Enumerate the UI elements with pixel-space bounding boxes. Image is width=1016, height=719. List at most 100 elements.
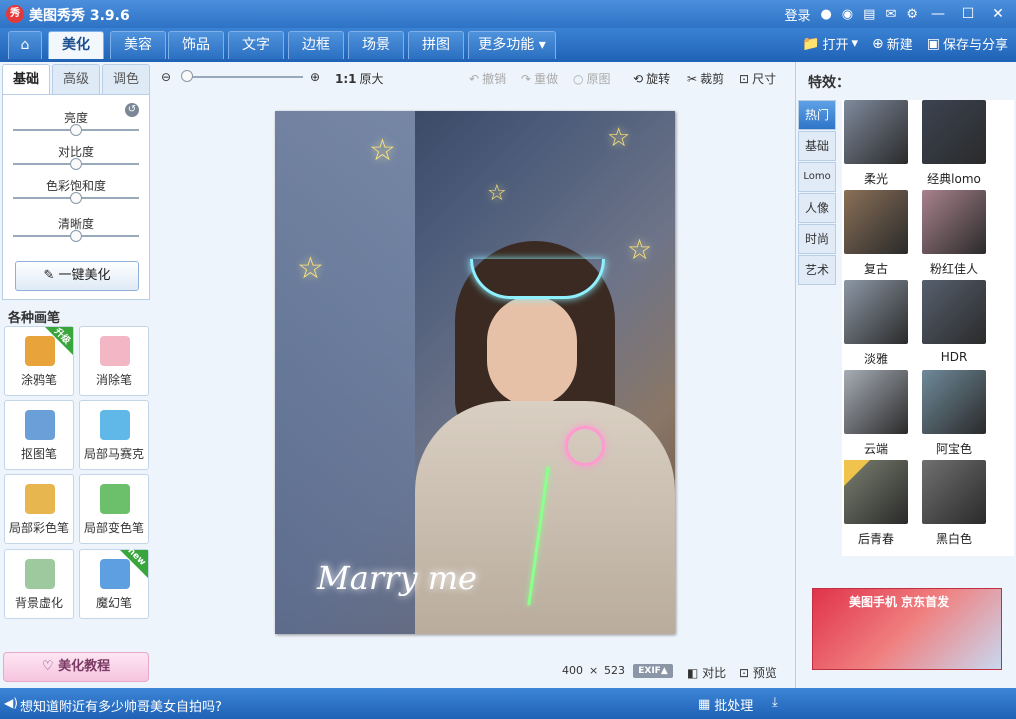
tab-more-features[interactable]: 更多功能 ▾: [468, 31, 556, 59]
brush-magic[interactable]: 魔幻笔 new: [79, 546, 149, 619]
effect-category-tab[interactable]: Lomo: [798, 162, 836, 192]
slider-saturation: 色彩饱和度: [13, 177, 139, 204]
star-decoration: ☆: [627, 233, 653, 266]
subtab-color[interactable]: 调色: [102, 64, 150, 94]
effect-item[interactable]: 阿宝色: [920, 370, 992, 456]
slider-track[interactable]: [13, 230, 139, 242]
skin-icon[interactable]: ▤: [863, 7, 875, 22]
brush-eraser[interactable]: 消除笔: [79, 326, 149, 396]
tip-link[interactable]: 想知道附近有多少帅哥美女自拍吗?: [20, 696, 222, 715]
exif-button[interactable]: EXIF▲: [633, 664, 673, 678]
undo-label: 撤销: [482, 72, 507, 86]
preview-button[interactable]: ⊡ 预览: [739, 664, 777, 681]
tab-text[interactable]: 文字: [228, 31, 284, 59]
zoom-in-icon[interactable]: ⊕: [310, 70, 320, 84]
slider-knob[interactable]: [70, 124, 82, 136]
effect-item[interactable]: 云端: [842, 370, 914, 456]
brush-graffiti[interactable]: 涂鸦笔 升级: [4, 326, 74, 396]
image-height: 523: [604, 664, 625, 677]
brush-cutout[interactable]: 抠图笔: [4, 400, 74, 470]
slider-track[interactable]: [13, 124, 139, 136]
tab-scene[interactable]: 场景: [348, 31, 404, 59]
effect-item[interactable]: 柔光: [842, 100, 914, 186]
home-tab[interactable]: ⌂: [8, 31, 42, 59]
qq-icon[interactable]: ●: [820, 7, 831, 22]
download-icon[interactable]: ⤓: [772, 695, 778, 710]
times-sign: ×: [589, 664, 599, 677]
effect-category-tab[interactable]: 人像: [798, 193, 836, 223]
resize-label: 尺寸: [752, 72, 777, 86]
close-button[interactable]: ✕: [988, 6, 1008, 22]
effect-label: 粉红佳人: [929, 262, 978, 276]
open-button[interactable]: 📁 打开 ▾: [802, 34, 858, 54]
folder-icon: 📁: [802, 35, 820, 52]
undo-button[interactable]: ↶ 撤销: [469, 70, 506, 87]
photo-canvas[interactable]: ☆ ☆ ☆ ☆ ☆ Marry me: [275, 111, 675, 634]
tab-cosmetic[interactable]: 美容: [110, 31, 166, 59]
photo-wall: [275, 111, 415, 634]
compare-button[interactable]: ◧ 对比: [687, 664, 726, 681]
subtab-advanced[interactable]: 高级: [52, 64, 100, 94]
redo-button[interactable]: ↷ 重做: [521, 70, 558, 87]
photo-face: [487, 296, 577, 406]
effect-category-tab[interactable]: 时尚: [798, 224, 836, 254]
slider-knob[interactable]: [70, 158, 82, 170]
effect-label: 淡雅: [863, 352, 888, 366]
effect-item[interactable]: 后青春: [842, 460, 914, 546]
slider-knob[interactable]: [70, 230, 82, 242]
canvas-toolbar: ⊖ ⊕ 1:1 原大 ↶ 撤销 ↷ 重做 ○ 原图 ⟲ 旋转 ✂ 裁剪 ⊡ 尺寸: [155, 62, 795, 94]
effect-item[interactable]: 黑白色: [920, 460, 992, 546]
tab-collage[interactable]: 拼图: [408, 31, 464, 59]
maximize-button[interactable]: ☐: [958, 6, 978, 22]
tutorial-button[interactable]: ♡ 美化教程: [3, 652, 149, 682]
rotate-button[interactable]: ⟲ 旋转: [633, 70, 670, 87]
rotate-label: 旋转: [646, 72, 671, 86]
slider-track[interactable]: [13, 192, 139, 204]
original-label: 原图: [586, 72, 611, 86]
effect-category-tab[interactable]: 热门: [798, 100, 836, 130]
tab-accessories[interactable]: 饰品: [168, 31, 224, 59]
effect-category-tab[interactable]: 艺术: [798, 255, 836, 285]
brush-color[interactable]: 局部彩色笔: [4, 474, 74, 544]
slider-knob[interactable]: [70, 192, 82, 204]
subtab-basic[interactable]: 基础: [2, 64, 50, 94]
new-button[interactable]: ⊕ 新建: [872, 34, 913, 54]
message-icon[interactable]: ✉: [885, 7, 896, 22]
ad-banner[interactable]: 美图手机 京东首发: [812, 588, 1002, 670]
original-image-button[interactable]: ○ 原图: [573, 70, 611, 87]
effect-item[interactable]: 复古: [842, 190, 914, 276]
save-share-button[interactable]: ▣ 保存与分享: [927, 34, 1008, 54]
weibo-icon[interactable]: ◉: [842, 7, 853, 22]
effect-item[interactable]: HDR: [920, 280, 992, 366]
effect-thumbnail: [844, 370, 908, 434]
undo-icon: ↶: [469, 71, 480, 86]
effect-label: 复古: [863, 262, 888, 276]
crop-button[interactable]: ✂ 裁剪: [687, 70, 724, 87]
slider-label: 色彩饱和度: [45, 179, 106, 193]
login-link[interactable]: 登录: [784, 5, 810, 24]
hot-badge: [844, 460, 870, 486]
one-click-beautify-button[interactable]: ✎ 一键美化: [15, 261, 139, 291]
effect-item[interactable]: 淡雅: [842, 280, 914, 366]
brush-blur-background[interactable]: 背景虚化: [4, 549, 74, 619]
slider-track[interactable]: [13, 158, 139, 170]
actual-size-button[interactable]: 1:1 原大: [335, 70, 384, 87]
tab-beautify[interactable]: 美化: [48, 31, 104, 59]
tab-frame[interactable]: 边框: [288, 31, 344, 59]
zoom-out-icon[interactable]: ⊖: [161, 70, 171, 84]
star-decoration: ☆: [297, 251, 324, 286]
zoom-slider-knob[interactable]: [181, 70, 193, 82]
top-actions: 📁 打开 ▾ ⊕ 新建 ▣ 保存与分享: [802, 34, 1008, 54]
minimize-button[interactable]: —: [928, 6, 948, 22]
effect-item[interactable]: 粉红佳人: [920, 190, 992, 276]
blur-icon: [25, 559, 55, 589]
batch-process-button[interactable]: ▦ 批处理: [698, 695, 753, 714]
resize-button[interactable]: ⊡ 尺寸: [739, 70, 776, 87]
effect-category-tab[interactable]: 基础: [798, 131, 836, 161]
effect-item[interactable]: 经典lomo: [920, 100, 992, 186]
zoom-slider[interactable]: [185, 76, 303, 78]
brush-label: 抠图笔: [20, 447, 57, 461]
brush-mosaic[interactable]: 局部马赛克: [79, 400, 149, 470]
brush-recolor[interactable]: 局部变色笔: [79, 474, 149, 544]
settings-icon[interactable]: ⚙: [906, 7, 918, 22]
